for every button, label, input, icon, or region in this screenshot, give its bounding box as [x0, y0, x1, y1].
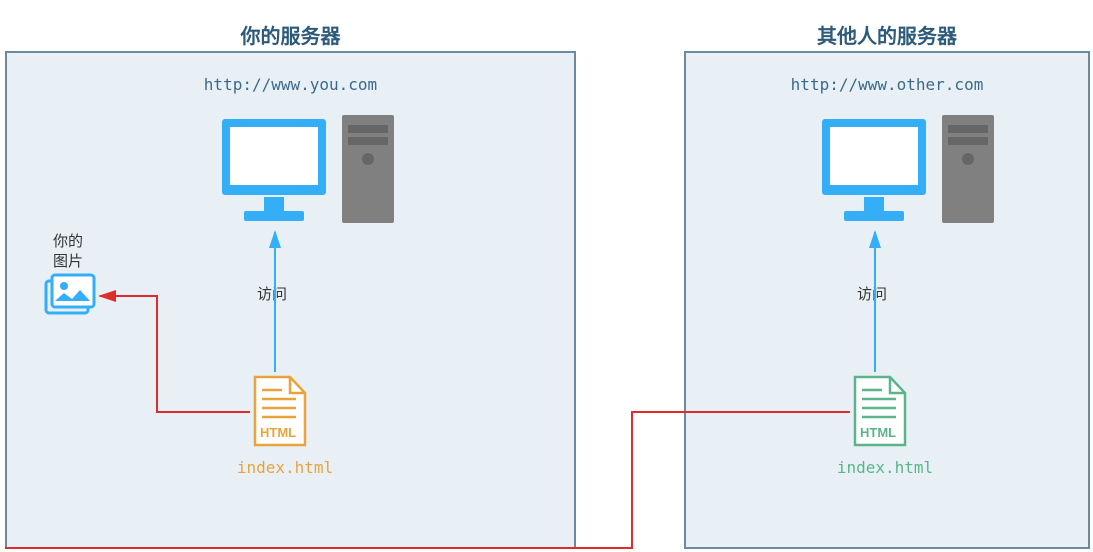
your-server-title: 你的服务器 — [5, 20, 576, 49]
access-label-right: 访问 — [857, 283, 887, 304]
image-icon — [40, 275, 95, 320]
svg-text:HTML: HTML — [260, 425, 296, 440]
index-html-label-left: index.html — [230, 458, 340, 477]
your-server-url: http://www.you.com — [5, 75, 576, 94]
other-server-url: http://www.other.com — [684, 75, 1090, 94]
computer-icon — [820, 115, 1000, 245]
your-image-label: 你的 图片 — [53, 232, 83, 271]
access-label-left: 访问 — [257, 283, 287, 304]
html-file-icon: HTML — [850, 375, 910, 450]
computer-icon — [220, 115, 400, 245]
svg-text:HTML: HTML — [860, 425, 896, 440]
index-html-label-right: index.html — [830, 458, 940, 477]
html-file-icon: HTML — [250, 375, 310, 450]
other-server-title: 其他人的服务器 — [684, 20, 1090, 49]
